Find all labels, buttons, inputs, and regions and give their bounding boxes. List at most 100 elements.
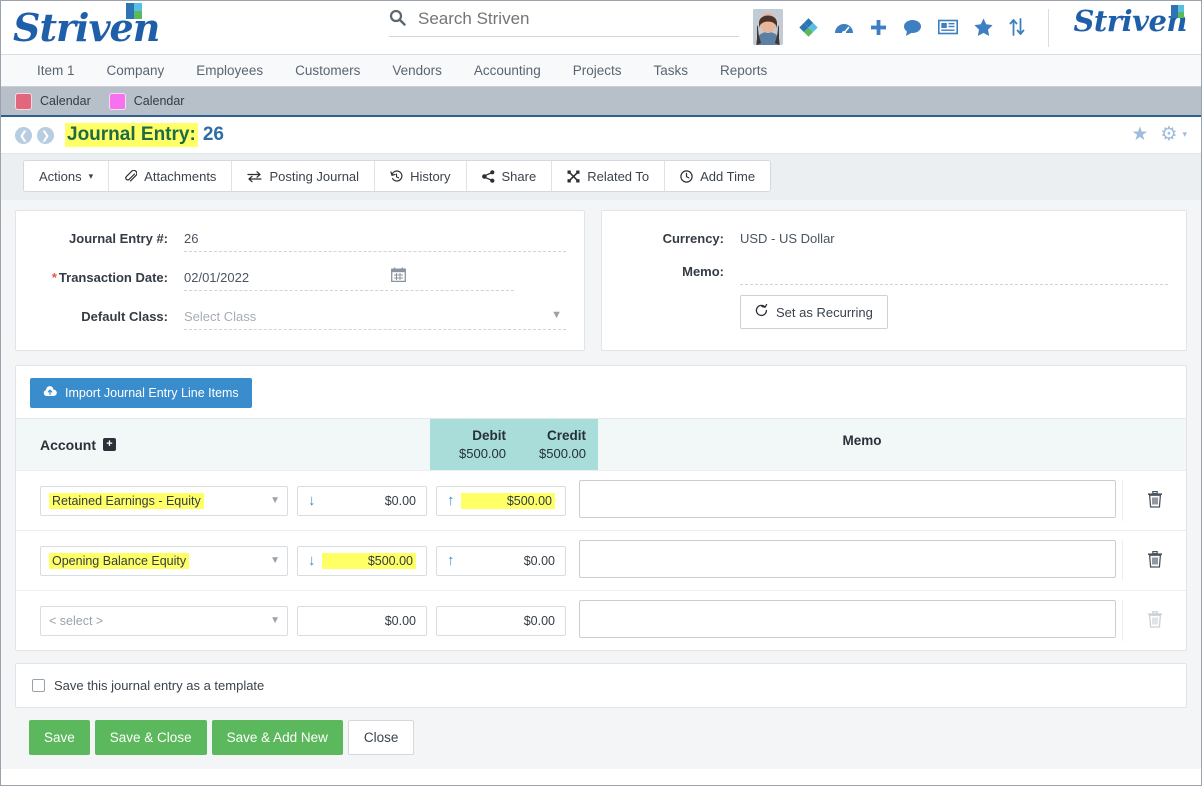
global-search[interactable] <box>389 8 739 37</box>
posting-journal-button[interactable]: Posting Journal <box>232 161 376 191</box>
chat-bubble-icon[interactable] <box>903 19 922 36</box>
add-time-button[interactable]: Add Time <box>665 161 771 191</box>
cloud-upload-icon <box>43 386 57 400</box>
actions-button-label: Actions <box>39 168 82 184</box>
close-button[interactable]: Close <box>347 720 415 755</box>
currency-row: Currency: USD - US Dollar <box>620 229 1168 246</box>
memo-textarea[interactable] <box>579 600 1116 638</box>
debit-input-wrap[interactable]: ↓ $0.00 <box>297 485 427 516</box>
gear-icon[interactable]: ⚙ <box>1160 125 1177 144</box>
credit-value: $0.00 <box>523 613 555 628</box>
tab-calendar-2[interactable]: Calendar <box>105 92 199 110</box>
nav-item-tasks[interactable]: Tasks <box>637 55 704 87</box>
column-header-delete <box>1126 419 1186 470</box>
add-plus-icon[interactable] <box>870 19 887 36</box>
delete-icon[interactable] <box>1147 550 1163 571</box>
back-arrow-icon[interactable]: ❮ <box>15 126 32 144</box>
line-item-memo-cell <box>579 540 1122 581</box>
favorite-star-icon[interactable]: ★ <box>1131 125 1148 144</box>
attachments-button[interactable]: Attachments <box>109 161 233 191</box>
debit-input-wrap[interactable]: $0.00 <box>297 605 427 636</box>
nav-item-item-1[interactable]: Item 1 <box>21 55 91 87</box>
actions-button[interactable]: Actions ▾ <box>24 161 110 191</box>
column-header-account-label: Account <box>40 436 96 453</box>
currency-memo-panel: Currency: USD - US Dollar Memo: Set as R… <box>601 210 1187 351</box>
search-input[interactable] <box>416 8 716 30</box>
header-icon-group <box>753 9 1025 45</box>
default-class-input[interactable] <box>184 307 566 330</box>
delete-icon[interactable] <box>1147 490 1163 511</box>
app-window: Striven Search Striven Striven Item 1 Co… <box>0 0 1202 786</box>
page-title-actions: ★ ⚙ ▾ <box>1131 125 1187 144</box>
chevron-down-icon[interactable]: ▼ <box>551 309 562 321</box>
journal-entry-number-input[interactable] <box>184 229 566 252</box>
account-select[interactable]: < select > ▼ <box>40 605 288 636</box>
clock-icon <box>680 169 693 183</box>
nav-item-vendors[interactable]: Vendors <box>376 55 458 87</box>
column-header-debit: Debit $500.00 <box>430 419 514 470</box>
forward-arrow-icon[interactable]: ❯ <box>37 126 54 144</box>
chevron-down-icon: ▼ <box>270 495 280 506</box>
action-toolbar-band: Actions ▾ Attachments Posting Journal Hi… <box>1 153 1201 200</box>
striven-logo-diamond-icon <box>126 3 144 21</box>
nav-item-company[interactable]: Company <box>91 55 181 87</box>
line-item-memo-cell <box>579 600 1122 641</box>
column-header-account: Account + <box>16 419 430 470</box>
nav-item-accounting[interactable]: Accounting <box>458 55 557 87</box>
striven-logo-left[interactable]: Striven <box>1 3 191 47</box>
chevron-down-icon[interactable]: ▾ <box>1182 129 1187 140</box>
avatar[interactable] <box>753 9 783 45</box>
default-class-label: Default Class: <box>81 309 168 324</box>
credit-input-wrap[interactable]: $0.00 <box>436 605 566 636</box>
account-select-value: Opening Balance Equity <box>49 552 190 569</box>
calendar-icon[interactable] <box>391 267 406 286</box>
save-as-template-checkbox[interactable] <box>32 679 45 692</box>
debit-value: $500.00 <box>322 552 416 569</box>
transaction-date-input[interactable] <box>184 268 514 291</box>
tab-calendar-2-label: Calendar <box>133 94 185 108</box>
chevron-down-icon: ▼ <box>270 555 280 566</box>
transaction-date-row: * Transaction Date: <box>34 267 566 291</box>
line-item-credit-cell: $0.00 <box>436 605 566 636</box>
credit-value: $0.00 <box>523 553 555 568</box>
striven-logo-right[interactable]: Striven <box>1073 5 1187 36</box>
set-as-recurring-button[interactable]: Set as Recurring <box>740 295 888 329</box>
line-item-debit-cell: ↓ $500.00 <box>297 545 427 576</box>
column-header-memo: Memo <box>842 433 882 448</box>
credit-input-wrap[interactable]: ↑ $0.00 <box>436 545 566 576</box>
memo-textarea[interactable] <box>579 540 1116 578</box>
attachments-button-label: Attachments <box>144 168 217 184</box>
dashboard-gauge-icon[interactable] <box>834 18 854 36</box>
share-button[interactable]: Share <box>466 161 553 191</box>
history-button[interactable]: History <box>375 161 467 191</box>
account-select[interactable]: Opening Balance Equity ▼ <box>40 545 288 576</box>
favorites-star-icon[interactable] <box>974 18 993 36</box>
save-button[interactable]: Save <box>29 720 90 755</box>
account-select[interactable]: Retained Earnings - Equity ▼ <box>40 485 288 516</box>
debit-down-arrow-icon: ↓ <box>308 552 316 569</box>
memo-input[interactable] <box>740 262 1168 285</box>
import-journal-entry-line-items-button[interactable]: Import Journal Entry Line Items <box>30 378 252 408</box>
action-toolbar: Actions ▾ Attachments Posting Journal Hi… <box>23 160 772 192</box>
top-header: Striven Search Striven Striven <box>1 1 1201 55</box>
diamond-logo-icon[interactable] <box>799 17 818 37</box>
related-to-button[interactable]: Related To <box>552 161 666 191</box>
sort-arrows-icon[interactable] <box>1009 18 1025 36</box>
add-account-column-icon[interactable]: + <box>103 438 116 451</box>
debit-input-wrap[interactable]: ↓ $500.00 <box>297 545 427 576</box>
nav-item-reports[interactable]: Reports <box>704 55 783 87</box>
credit-total: $500.00 <box>539 446 586 461</box>
tab-calendar-1[interactable]: Calendar <box>11 92 105 110</box>
footer-buttons: Save Save & Close Save & Add New Close <box>15 708 1187 769</box>
credit-input-wrap[interactable]: ↑ $500.00 <box>436 485 566 516</box>
save-and-add-new-button[interactable]: Save & Add New <box>211 720 343 755</box>
memo-textarea[interactable] <box>579 480 1116 518</box>
save-and-close-button[interactable]: Save & Close <box>94 720 207 755</box>
line-item-delete-cell <box>1122 540 1186 581</box>
nav-item-customers[interactable]: Customers <box>279 55 376 87</box>
news-card-icon[interactable] <box>938 19 958 35</box>
add-time-button-label: Add Time <box>700 168 756 184</box>
nav-item-employees[interactable]: Employees <box>180 55 279 87</box>
journal-entry-details-panel: Journal Entry #: *Transaction Date: <box>15 210 585 351</box>
nav-item-projects[interactable]: Projects <box>557 55 638 87</box>
